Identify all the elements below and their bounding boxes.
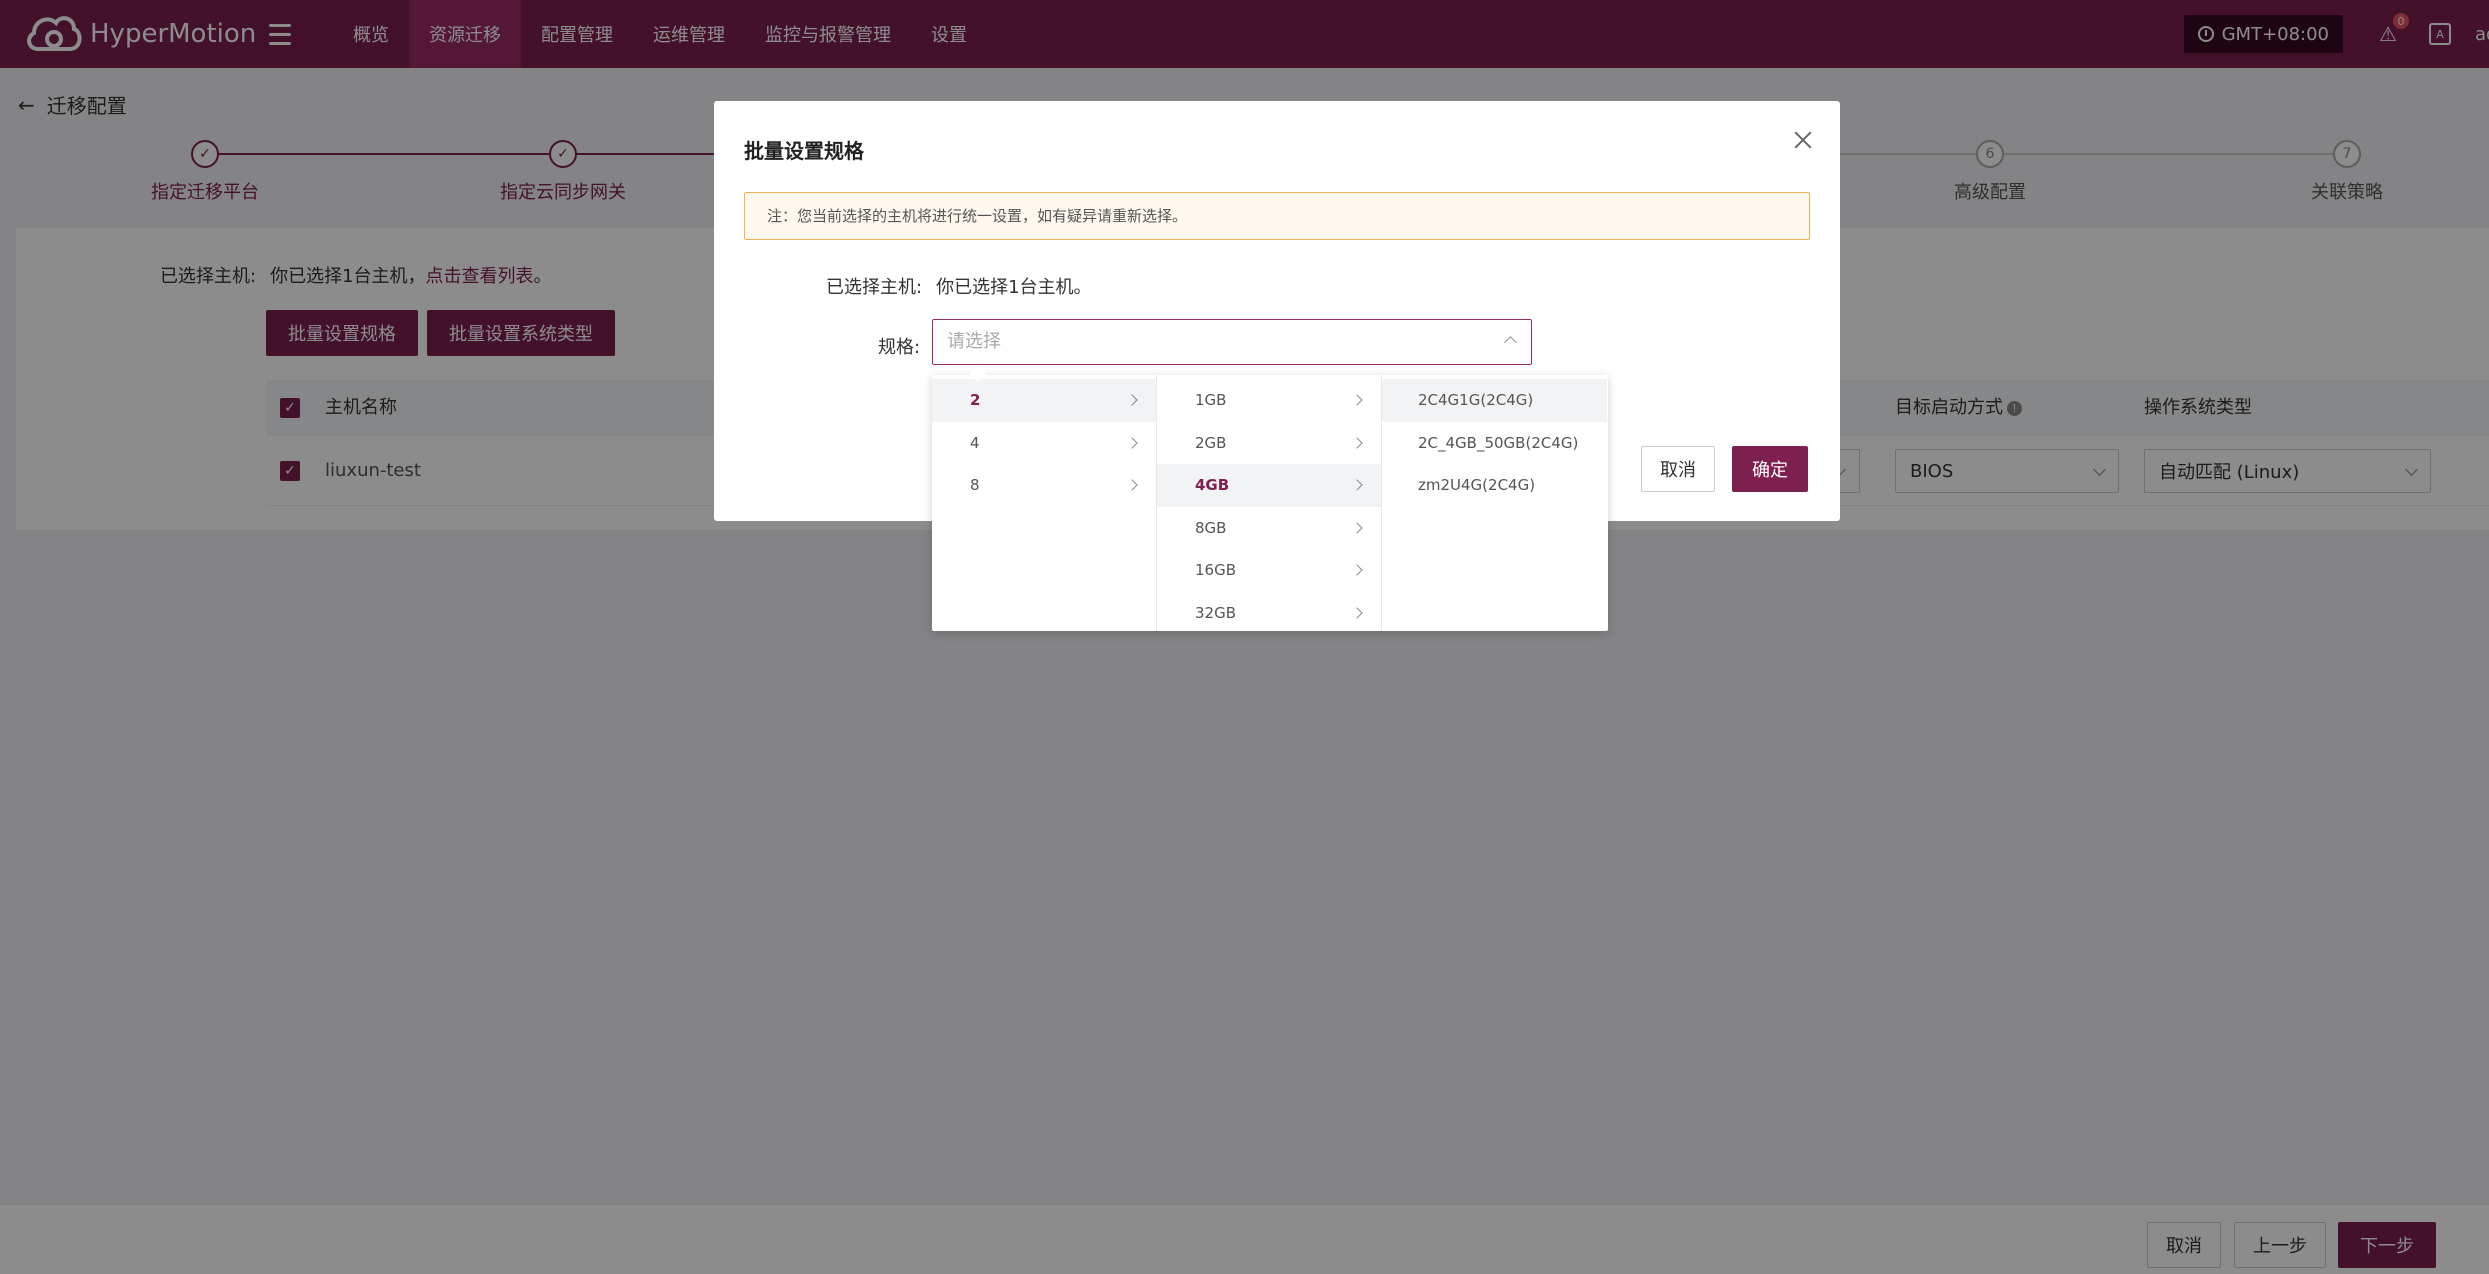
memory-option[interactable]: 4GB: [1157, 464, 1381, 507]
close-icon[interactable]: [1792, 129, 1814, 151]
chevron-right-icon: [1351, 437, 1363, 449]
modal-title: 批量设置规格: [744, 139, 864, 163]
chevron-up-icon: [1504, 336, 1517, 349]
flavor-option[interactable]: 2C_4GB_50GB(2C4G): [1382, 422, 1607, 465]
modal-cancel-button[interactable]: 取消: [1641, 446, 1715, 492]
modal-selected-hosts: 已选择主机: 你已选择1台主机。: [826, 273, 1092, 299]
modal-confirm-button[interactable]: 确定: [1732, 446, 1808, 492]
modal-selected-label: 已选择主机:: [826, 277, 923, 298]
memory-option[interactable]: 1GB: [1157, 379, 1381, 422]
flavor-option[interactable]: 2C4G1G(2C4G): [1382, 379, 1607, 422]
memory-option[interactable]: 8GB: [1157, 507, 1381, 550]
chevron-right-icon: [1126, 394, 1138, 406]
cpu-option[interactable]: 2: [932, 379, 1156, 422]
modal-selected-value: 你已选择1台主机。: [936, 277, 1092, 298]
spec-placeholder: 请选择: [947, 331, 1001, 352]
memory-option[interactable]: 32GB: [1157, 592, 1381, 632]
chevron-right-icon: [1126, 479, 1138, 491]
flavor-column: 2C4G1G(2C4G) 2C_4GB_50GB(2C4G) zm2U4G(2C…: [1382, 375, 1607, 631]
chevron-right-icon: [1351, 607, 1363, 619]
memory-option[interactable]: 2GB: [1157, 422, 1381, 465]
cpu-option[interactable]: 4: [932, 422, 1156, 465]
chevron-right-icon: [1351, 522, 1363, 534]
spec-label: 规格:: [878, 337, 921, 358]
memory-option[interactable]: 16GB: [1157, 549, 1381, 592]
chevron-right-icon: [1351, 564, 1363, 576]
cpu-option[interactable]: 8: [932, 464, 1156, 507]
spec-cascader-input[interactable]: 请选择: [932, 319, 1532, 365]
notice-banner: 注：您当前选择的主机将进行统一设置，如有疑异请重新选择。: [744, 192, 1810, 240]
chevron-right-icon: [1351, 479, 1363, 491]
chevron-right-icon: [1126, 437, 1138, 449]
flavor-option[interactable]: zm2U4G(2C4G): [1382, 464, 1607, 507]
spec-cascader-dropdown: 2 4 8 1GB 2GB 4GB 8GB 16GB 32GB 2C4G1G(2…: [932, 375, 1608, 631]
chevron-right-icon: [1351, 394, 1363, 406]
memory-column: 1GB 2GB 4GB 8GB 16GB 32GB: [1157, 375, 1382, 631]
cpu-column: 2 4 8: [932, 375, 1157, 631]
